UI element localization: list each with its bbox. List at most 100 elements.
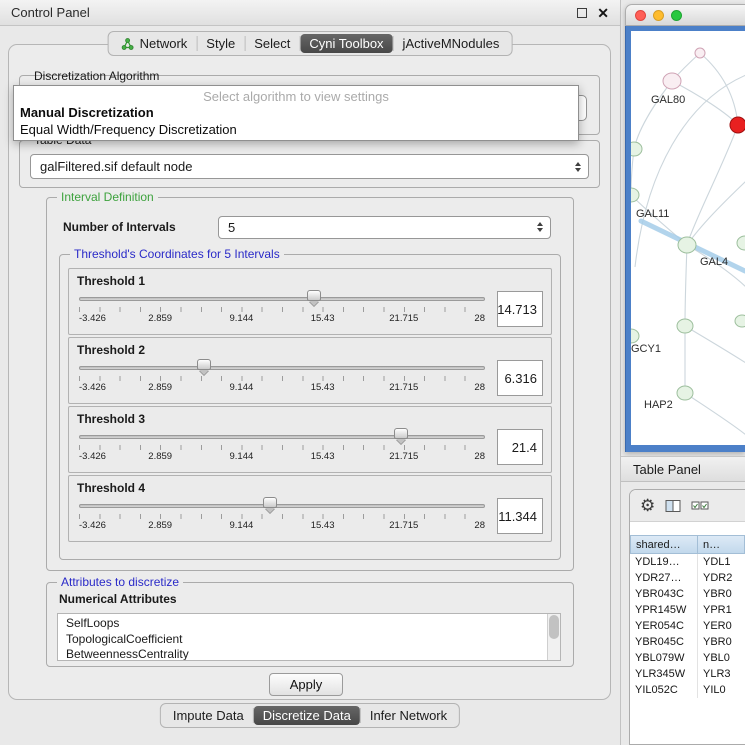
table-row[interactable]: YBL079WYBL0 (630, 650, 745, 666)
threshold-box: Threshold 3 -3.4262.8599.14415.4321.7152… (68, 406, 552, 473)
column-header[interactable]: shared… (630, 535, 698, 554)
scale-label: 15.43 (311, 520, 335, 531)
network-node[interactable] (631, 329, 639, 343)
network-node[interactable] (695, 48, 705, 58)
checkbox-columns-icon[interactable] (691, 500, 709, 512)
table-cell: YDR27… (630, 570, 698, 586)
node-label: GCY1 (631, 343, 661, 355)
thresholds-group: Threshold's Coordinates for 5 Intervals … (59, 254, 561, 560)
table-row[interactable]: YBR045CYBR0 (630, 634, 745, 650)
list-scrollbar[interactable] (547, 614, 560, 660)
split-columns-icon[interactable] (665, 499, 681, 513)
threshold-slider[interactable]: -3.4262.8599.14415.4321.71528 (77, 497, 487, 535)
bottom-tab-infer-network[interactable]: Infer Network (361, 706, 456, 725)
table-row[interactable]: YER054CYER0 (630, 618, 745, 634)
table-cell: YDL19… (630, 554, 698, 570)
right-pane: GAL80GAL11GAL4GCY1HAP2 Table Panel ⚙ (621, 0, 745, 745)
table-cell: YBR0 (698, 634, 745, 650)
close-icon[interactable]: ✕ (597, 6, 609, 20)
table-row[interactable]: YBR043CYBR0 (630, 586, 745, 602)
algorithm-option[interactable]: Manual Discretization (14, 104, 578, 121)
table-data-combobox[interactable]: galFiltered.sif default node (30, 154, 589, 179)
algorithm-option[interactable]: Equal Width/Frequency Discretization (14, 121, 578, 138)
float-window-icon[interactable] (577, 8, 587, 18)
network-canvas[interactable]: GAL80GAL11GAL4GCY1HAP2 (631, 31, 745, 445)
attribute-list-item[interactable]: TopologicalCoefficient (66, 632, 546, 648)
slider-track[interactable] (79, 297, 485, 301)
slider-thumb[interactable] (307, 290, 321, 301)
slider-thumb[interactable] (197, 359, 211, 370)
zoom-traffic-light-icon[interactable] (671, 10, 682, 21)
threshold-slider[interactable]: -3.4262.8599.14415.4321.71528 (77, 428, 487, 466)
panel-title: Control Panel (11, 5, 90, 20)
network-window-titlebar[interactable] (625, 4, 745, 26)
network-node[interactable] (677, 319, 693, 333)
threshold-slider[interactable]: -3.4262.8599.14415.4321.71528 (77, 359, 487, 397)
network-node[interactable] (663, 73, 681, 89)
group-title-interval-definition: Interval Definition (57, 190, 158, 204)
network-node[interactable] (735, 315, 745, 327)
table-row[interactable]: YIL052CYIL0 (630, 682, 745, 698)
table-row[interactable]: YDR27…YDR2 (630, 570, 745, 586)
network-node[interactable] (678, 237, 696, 253)
tab-select[interactable]: Select (245, 34, 299, 53)
threshold-slider[interactable]: -3.4262.8599.14415.4321.71528 (77, 290, 487, 328)
table-panel-toolbar: ⚙ (630, 490, 745, 522)
threshold-value-field[interactable]: 21.4 (497, 429, 543, 465)
threshold-value-field[interactable]: 14.713 (497, 291, 543, 327)
network-node[interactable] (730, 117, 745, 133)
network-node[interactable] (631, 188, 639, 202)
apply-button[interactable]: Apply (269, 673, 343, 696)
slider-thumb[interactable] (394, 428, 408, 439)
number-of-intervals-row: Number of Intervals 5 (63, 215, 551, 239)
tab-network[interactable]: Network (112, 34, 197, 53)
scale-label: -3.426 (79, 382, 106, 393)
scale-label: 9.144 (230, 382, 254, 393)
bottom-tab-discretize-data[interactable]: Discretize Data (254, 706, 360, 725)
slider-track[interactable] (79, 366, 485, 370)
table-row[interactable]: YDL19…YDL1 (630, 554, 745, 570)
network-node-labels: GAL80GAL11GAL4GCY1HAP2 (631, 94, 728, 411)
scale-label: 2.859 (148, 520, 172, 531)
table-cell: YLR3 (698, 666, 745, 682)
numerical-attributes-list[interactable]: SelfLoopsTopologicalCoefficientBetweenne… (57, 613, 561, 661)
tab-label: Style (206, 36, 235, 51)
gear-icon[interactable]: ⚙ (640, 497, 655, 514)
network-node[interactable] (737, 236, 745, 250)
tab-jactivemnodules[interactable]: jActiveMNodules (394, 34, 509, 53)
slider-track[interactable] (79, 435, 485, 439)
table-cell: YPR1 (698, 602, 745, 618)
scale-label: 28 (474, 520, 485, 531)
bottom-tab-impute-data[interactable]: Impute Data (164, 706, 253, 725)
table-cell: YIL052C (630, 682, 698, 698)
table-row[interactable]: YPR145WYPR1 (630, 602, 745, 618)
network-node[interactable] (677, 386, 693, 400)
tab-cyni-toolbox[interactable]: Cyni Toolbox (300, 34, 392, 53)
threshold-value-field[interactable]: 6.316 (497, 360, 543, 396)
node-label: HAP2 (644, 399, 673, 411)
threshold-row: -3.4262.8599.14415.4321.71528 6.316 (77, 359, 543, 397)
attribute-list-item[interactable]: SelfLoops (66, 616, 546, 632)
tab-label: Impute Data (173, 708, 244, 723)
table-row[interactable]: YLR345WYLR3 (630, 666, 745, 682)
slider-track[interactable] (79, 504, 485, 508)
scale-label: 15.43 (311, 382, 335, 393)
tab-style[interactable]: Style (197, 34, 244, 53)
threshold-box: Threshold 2 -3.4262.8599.14415.4321.7152… (68, 337, 552, 404)
close-traffic-light-icon[interactable] (635, 10, 646, 21)
attribute-list-item[interactable]: BetweennessCentrality (66, 647, 546, 661)
minimize-traffic-light-icon[interactable] (653, 10, 664, 21)
node-table: shared…n… YDL19…YDL1YDR27…YDR2YBR043CYBR… (630, 535, 745, 698)
slider-thumb[interactable] (263, 497, 277, 508)
network-node[interactable] (631, 142, 642, 156)
num-intervals-combobox[interactable]: 5 (218, 216, 551, 239)
num-intervals-value: 5 (228, 220, 534, 235)
scrollbar-thumb[interactable] (549, 615, 559, 639)
network-graph[interactable]: GAL80GAL11GAL4GCY1HAP2 (631, 31, 745, 445)
tab-label: Network (140, 36, 188, 51)
column-header[interactable]: n… (698, 535, 745, 554)
threshold-value-field[interactable]: 11.344 (497, 498, 543, 534)
tab-label: jActiveMNodules (403, 36, 500, 51)
table-data-group: Table Data galFiltered.sif default node (19, 140, 600, 188)
number-of-intervals-label: Number of Intervals (63, 220, 218, 234)
